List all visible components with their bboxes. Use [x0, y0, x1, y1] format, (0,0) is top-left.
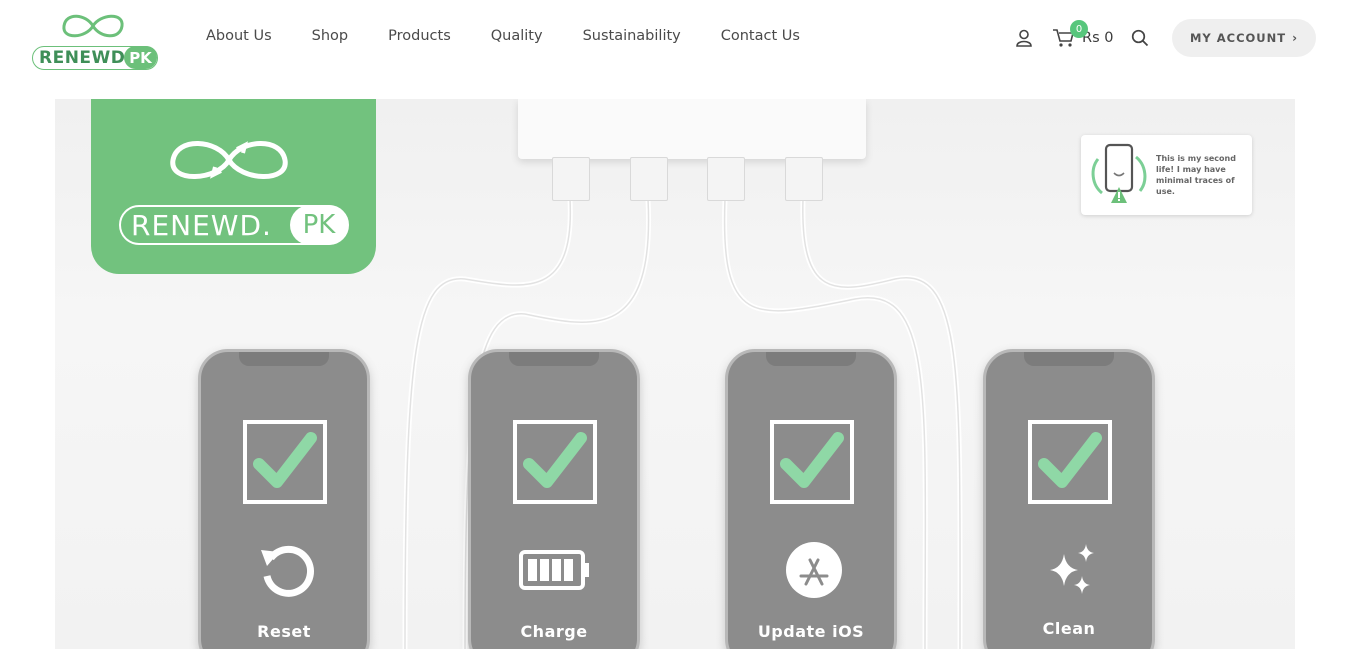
cart-button[interactable]: 0 [1052, 20, 1088, 48]
usb-charging-hub [518, 99, 866, 159]
checkmark-icon [780, 432, 844, 488]
infinity-logo-icon [62, 14, 124, 38]
main-nav: About Us Shop Products Quality Sustainab… [206, 28, 840, 44]
my-account-label: MY ACCOUNT [1189, 31, 1287, 45]
hero-brand-suffix: PK [290, 205, 348, 245]
site-header: RENEWD. PK About Us Shop Products Qualit… [0, 0, 1348, 80]
chevron-right-icon: › [1292, 31, 1299, 45]
checkbox-checked [770, 420, 854, 504]
phone-notch [239, 352, 329, 366]
cart-count-badge: 0 [1070, 20, 1088, 38]
battery-icon [519, 550, 589, 590]
logo-suffix: PK [124, 46, 157, 69]
my-account-button[interactable]: MY ACCOUNT › [1172, 19, 1316, 57]
phone-notch [766, 352, 856, 366]
hero-brand-name: RENEWD. [131, 208, 272, 242]
hero-brand-wordmark: RENEWD. PK [119, 205, 349, 245]
phone-step-update-ios: Update iOS [725, 349, 897, 649]
phone-step-reset: Reset [198, 349, 370, 649]
user-icon[interactable] [1014, 28, 1034, 48]
checkmark-icon [1038, 432, 1102, 488]
site-logo[interactable]: RENEWD. PK [32, 8, 158, 70]
app-store-icon [786, 542, 842, 598]
nav-shop[interactable]: Shop [312, 28, 348, 44]
search-icon[interactable] [1131, 29, 1149, 47]
usb-plug [707, 157, 745, 201]
nav-sustainability[interactable]: Sustainability [583, 28, 681, 44]
step-label-charge: Charge [520, 622, 588, 641]
checkbox-checked [513, 420, 597, 504]
phone-step-clean: Clean [983, 349, 1155, 649]
step-label-reset: Reset [257, 622, 311, 641]
usb-plug [552, 157, 590, 201]
hero-brand-card: RENEWD. PK [91, 99, 376, 274]
checkmark-icon [253, 432, 317, 488]
checkmark-icon [523, 432, 587, 488]
nav-products[interactable]: Products [388, 28, 451, 44]
phone-notch [509, 352, 599, 366]
usb-plug [785, 157, 823, 201]
step-label-update-ios: Update iOS [757, 622, 865, 641]
second-life-sticker: This is my second life! I may have minim… [1081, 135, 1252, 215]
hero-banner: RENEWD. PK This is my second life! I may… [55, 99, 1295, 649]
nav-about-us[interactable]: About Us [206, 28, 272, 44]
recycled-phone-icon [1091, 143, 1147, 203]
infinity-logo-icon [170, 141, 288, 179]
header-actions: 0 Rs 0 [1014, 20, 1149, 50]
sparkle-icon [1050, 544, 1094, 594]
logo-text: RENEWD. [39, 48, 133, 68]
phone-step-charge: Charge [468, 349, 640, 649]
sticker-text: This is my second life! I may have minim… [1156, 154, 1236, 196]
phone-notch [1024, 352, 1114, 366]
step-label-clean: Clean [1042, 619, 1096, 638]
logo-wordmark: RENEWD. PK [32, 46, 158, 70]
nav-quality[interactable]: Quality [491, 28, 543, 44]
checkbox-checked [1028, 420, 1112, 504]
usb-plug [630, 157, 668, 201]
reset-icon [261, 545, 314, 597]
checkbox-checked [243, 420, 327, 504]
nav-contact-us[interactable]: Contact Us [721, 28, 800, 44]
